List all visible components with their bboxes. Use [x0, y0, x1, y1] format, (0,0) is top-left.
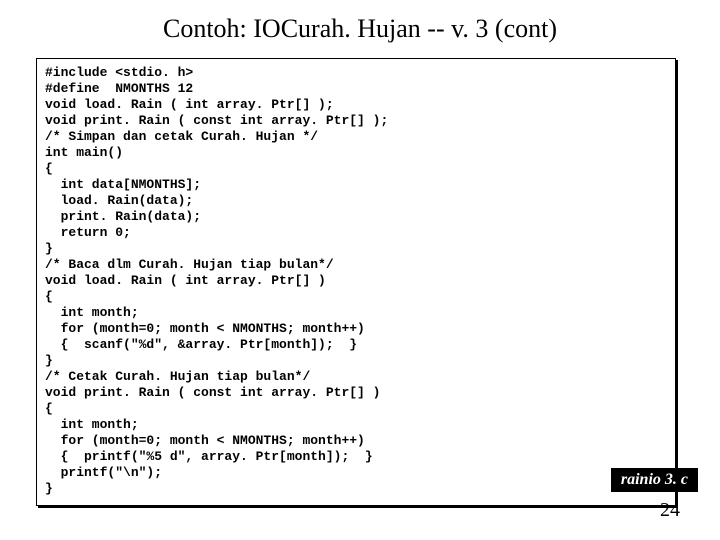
code-content: #include <stdio. h> #define NMONTHS 12 v…: [45, 65, 667, 497]
page-number: 24: [660, 499, 680, 522]
code-box: #include <stdio. h> #define NMONTHS 12 v…: [36, 58, 676, 506]
file-label: rainio 3. c: [611, 468, 698, 492]
slide-title: Contoh: IOCurah. Hujan -- v. 3 (cont): [0, 0, 720, 50]
slide: Contoh: IOCurah. Hujan -- v. 3 (cont) #i…: [0, 0, 720, 540]
